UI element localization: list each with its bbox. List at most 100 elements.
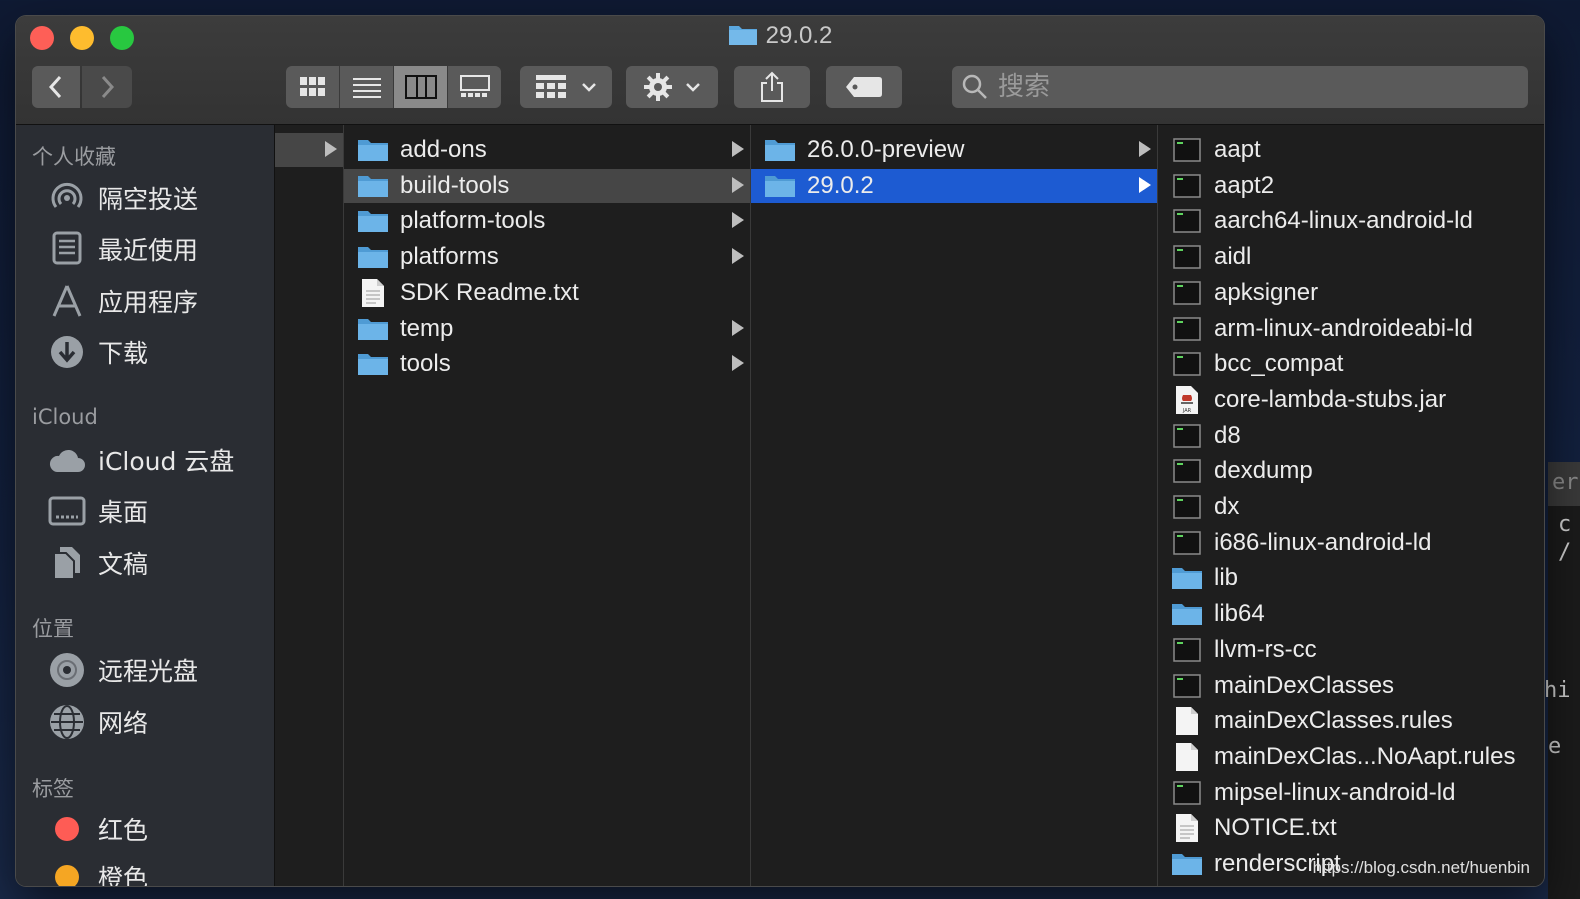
file-row[interactable]: SDK Readme.txt bbox=[344, 276, 750, 310]
search-input[interactable] bbox=[996, 71, 1500, 103]
terminal-exec-icon bbox=[1170, 671, 1204, 701]
chevron-down-icon bbox=[582, 83, 596, 92]
item-name: bcc_compat bbox=[1214, 350, 1344, 378]
item-name: i686-linux-android-ld bbox=[1214, 528, 1432, 556]
gallery-view-button[interactable] bbox=[448, 66, 501, 108]
terminal-exec-icon bbox=[1170, 778, 1204, 808]
file-row[interactable]: dx bbox=[1158, 490, 1544, 524]
sidebar-item-label: 橙色 bbox=[98, 864, 149, 886]
search-field[interactable] bbox=[952, 66, 1528, 108]
sidebar-item-label: 远程光盘 bbox=[98, 657, 199, 686]
terminal-exec-icon bbox=[1170, 421, 1204, 451]
file-row[interactable]: apksigner bbox=[1158, 276, 1544, 310]
folder-row[interactable]: build-tools bbox=[344, 168, 750, 203]
disc-icon bbox=[48, 651, 86, 689]
sidebar-item-network[interactable]: 网络 bbox=[48, 702, 148, 742]
file-row[interactable]: aidl bbox=[1158, 240, 1544, 274]
back-button[interactable] bbox=[32, 66, 80, 108]
grid-icon bbox=[299, 77, 325, 96]
sidebar-item-icloud-drive[interactable]: iCloud 云盘 bbox=[48, 440, 234, 480]
file-row[interactable]: aapt2 bbox=[1158, 169, 1544, 203]
item-name: aapt bbox=[1214, 136, 1261, 163]
icon-view-button[interactable] bbox=[286, 66, 340, 108]
tag-icon bbox=[846, 77, 882, 97]
sidebar-item-downloads[interactable]: 下载 bbox=[48, 332, 148, 372]
sidebar-item-desktop[interactable]: 桌面 bbox=[48, 491, 148, 531]
item-name: platform-tools bbox=[400, 207, 546, 235]
sidebar: 个人收藏 隔空投送 最近使用 应用程序 下载 iCloud iCloud 云盘 … bbox=[16, 125, 275, 886]
document-icon bbox=[1170, 742, 1204, 772]
column-view-button[interactable] bbox=[394, 66, 448, 108]
folder-icon bbox=[763, 171, 797, 201]
item-name: NOTICE.txt bbox=[1214, 814, 1337, 842]
file-row[interactable]: NOTICE.txt bbox=[1158, 811, 1544, 845]
list-view-button[interactable] bbox=[340, 66, 394, 108]
group-by-button[interactable] bbox=[520, 66, 612, 108]
terminal-exec-icon bbox=[1170, 171, 1204, 201]
sidebar-item-tag-red[interactable]: 红色 bbox=[48, 809, 148, 849]
sidebar-item-label: 文稿 bbox=[98, 550, 149, 579]
airdrop-icon bbox=[48, 179, 86, 217]
titlebar: 29.0.2 bbox=[16, 16, 1544, 125]
svg-text:JAR: JAR bbox=[1182, 408, 1192, 414]
file-row[interactable]: arm-linux-androideabi-ld bbox=[1158, 312, 1544, 346]
file-row[interactable]: d8 bbox=[1158, 419, 1544, 453]
recents-icon bbox=[48, 230, 86, 268]
sidebar-item-documents[interactable]: 文稿 bbox=[48, 543, 148, 583]
folder-row[interactable]: platform-tools bbox=[344, 204, 750, 238]
sidebar-item-label: 下载 bbox=[98, 339, 149, 368]
list-item[interactable] bbox=[275, 133, 343, 167]
terminal-exec-icon bbox=[1170, 242, 1204, 272]
item-name: core-lambda-stubs.jar bbox=[1214, 385, 1447, 413]
file-row[interactable]: mipsel-linux-android-ld bbox=[1158, 776, 1544, 810]
terminal-text: hi bbox=[1544, 678, 1571, 703]
folder-row[interactable]: lib64 bbox=[1158, 597, 1544, 631]
file-row[interactable]: bcc_compat bbox=[1158, 347, 1544, 381]
folder-row[interactable]: add-ons bbox=[344, 133, 750, 167]
item-name: temp bbox=[400, 314, 454, 342]
folder-row[interactable]: temp bbox=[344, 312, 750, 346]
folder-icon bbox=[356, 206, 390, 236]
view-mode-control bbox=[286, 66, 501, 108]
terminal-exec-icon bbox=[1170, 278, 1204, 308]
folder-row[interactable]: tools bbox=[344, 347, 750, 381]
tag-button[interactable] bbox=[826, 66, 902, 108]
file-row[interactable]: dexdump bbox=[1158, 454, 1544, 488]
file-row[interactable]: mainDexClas...NoAapt.rules bbox=[1158, 740, 1544, 774]
file-row[interactable]: aarch64-linux-android-ld bbox=[1158, 204, 1544, 238]
sidebar-item-tag-orange[interactable]: 橙色 bbox=[48, 857, 148, 886]
item-name: aarch64-linux-android-ld bbox=[1214, 207, 1473, 235]
folder-icon bbox=[728, 22, 758, 53]
item-name: mainDexClas...NoAapt.rules bbox=[1214, 742, 1516, 770]
folder-row[interactable]: lib bbox=[1158, 561, 1544, 595]
disclosure-arrow-icon bbox=[732, 212, 744, 229]
folder-icon bbox=[763, 135, 797, 165]
folder-row[interactable]: 29.0.2 bbox=[751, 168, 1157, 203]
share-icon bbox=[761, 71, 783, 102]
file-row[interactable]: aapt bbox=[1158, 133, 1544, 167]
sidebar-item-recents[interactable]: 最近使用 bbox=[48, 229, 198, 269]
disclosure-arrow-icon bbox=[732, 176, 744, 193]
sidebar-item-applications[interactable]: 应用程序 bbox=[48, 281, 198, 321]
window-title-text: 29.0.2 bbox=[765, 22, 833, 49]
terminal-exec-icon bbox=[1170, 528, 1204, 558]
file-row[interactable]: mainDexClasses.rules bbox=[1158, 704, 1544, 738]
share-button[interactable] bbox=[734, 66, 810, 108]
file-row[interactable]: mainDexClasses bbox=[1158, 669, 1544, 703]
list-icon bbox=[352, 78, 381, 98]
action-button[interactable] bbox=[626, 66, 718, 108]
text-file-icon bbox=[1170, 813, 1204, 843]
folder-row[interactable]: 26.0.0-preview bbox=[751, 133, 1157, 167]
sidebar-item-remote-disc[interactable]: 远程光盘 bbox=[48, 650, 198, 690]
sidebar-section-tags: 标签 bbox=[32, 777, 74, 801]
forward-button[interactable] bbox=[82, 66, 132, 108]
file-row[interactable]: llvm-rs-cc bbox=[1158, 633, 1544, 667]
sidebar-section-locations: 位置 bbox=[32, 617, 74, 641]
gallery-icon bbox=[459, 75, 490, 97]
item-name: apksigner bbox=[1214, 278, 1319, 306]
file-row[interactable]: i686-linux-android-ld bbox=[1158, 526, 1544, 560]
sidebar-item-airdrop[interactable]: 隔空投送 bbox=[48, 178, 198, 218]
file-row[interactable]: JAR core-lambda-stubs.jar bbox=[1158, 383, 1544, 417]
disclosure-arrow-icon bbox=[1139, 141, 1151, 157]
folder-row[interactable]: platforms bbox=[344, 240, 750, 274]
